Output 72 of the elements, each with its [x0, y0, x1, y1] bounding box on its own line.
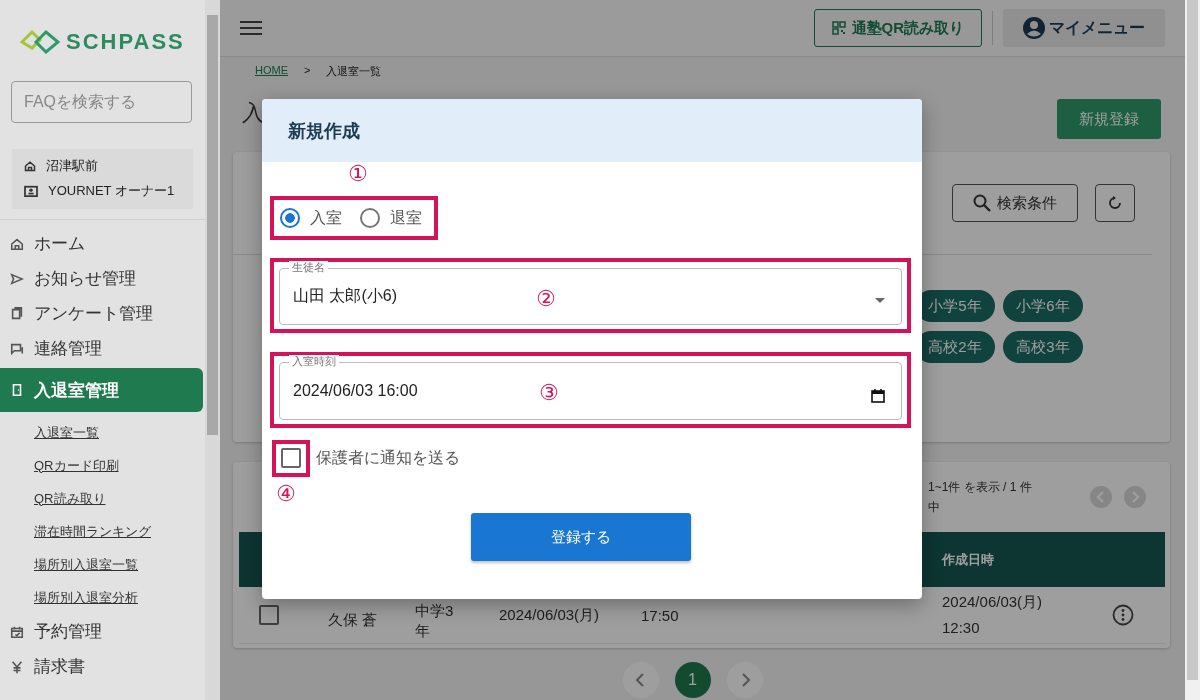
row-checkbox[interactable]	[259, 605, 279, 625]
nav-sublink[interactable]: 場所別入退室分析	[34, 588, 138, 607]
nav-item[interactable]: 請求書	[0, 649, 205, 684]
school-name: 沼津駅前	[46, 156, 98, 175]
nav-icon	[10, 306, 24, 321]
table-cell-text: 久保 蒼	[328, 610, 379, 630]
nav-icon	[10, 383, 24, 397]
previous-page-icon[interactable]	[622, 662, 659, 698]
nav-sublink[interactable]: 入退室一覧	[34, 423, 99, 442]
breadcrumb-separator: >	[304, 64, 311, 77]
field-label: 生徒名	[289, 261, 328, 274]
nav-item[interactable]: 連絡管理	[0, 331, 205, 366]
grade-chip[interactable]: 高校3年	[1003, 331, 1083, 363]
record-count: 1~1件 を表示 / 1 件中	[928, 479, 1033, 516]
checkbox-label: 保護者に通知を送る	[316, 448, 460, 468]
scrollbar[interactable]	[205, 0, 220, 700]
annotation-number: ④	[276, 482, 296, 506]
scrollbar[interactable]	[1185, 0, 1200, 700]
logo-text: SCHPASS	[66, 29, 185, 55]
field-value: 2024/06/03 16:00	[293, 382, 418, 400]
more-icon[interactable]	[1112, 604, 1134, 626]
nav-icon	[10, 659, 24, 674]
nav-item[interactable]: 入退室管理	[0, 368, 203, 412]
radio-option[interactable]: 入室	[280, 207, 342, 229]
nav-item[interactable]: ホーム	[0, 226, 205, 261]
page-title: 入	[242, 99, 264, 127]
nav-sublink[interactable]: QR読み取り	[34, 489, 106, 508]
id-card-icon	[24, 184, 38, 197]
refresh-button[interactable]	[1095, 184, 1135, 222]
table-cell-text: 2024/06/03(月)	[499, 605, 601, 625]
home-icon	[24, 159, 36, 172]
nav-item[interactable]: お知らせ管理	[0, 261, 205, 296]
breadcrumb-current: 入退室一覧	[326, 64, 382, 77]
table-cell-text: 2024/06/03(月) 12:30	[942, 592, 1044, 638]
register-button[interactable]: 登録する	[470, 513, 691, 561]
nav-icon	[10, 271, 24, 286]
faq-search-field[interactable]: FAQを検索する	[11, 81, 192, 123]
field-label: 入室時刻	[289, 355, 339, 368]
dialog-title: 新規作成	[288, 119, 360, 143]
annotation-number: ③	[539, 381, 559, 405]
page-number[interactable]: 1	[674, 662, 711, 698]
calendar-icon[interactable]	[871, 387, 885, 403]
search-icon	[973, 194, 991, 212]
refresh-icon	[1108, 196, 1122, 210]
nav-sublink[interactable]: 場所別入退室一覧	[34, 555, 138, 574]
nav-item[interactable]: アンケート管理	[0, 296, 205, 331]
annotation-number: ①	[348, 162, 368, 186]
nav-icon	[10, 341, 24, 356]
table-cell: 中学3年	[415, 601, 455, 641]
radio-button[interactable]	[280, 208, 300, 228]
search-conditions-button[interactable]: 検索条件	[952, 184, 1078, 222]
table-cell-text: 17:50	[641, 606, 680, 624]
user-name: YOURNET オーナー1	[48, 181, 175, 200]
qr-icon	[831, 21, 846, 35]
user-icon	[1023, 17, 1045, 39]
notify-checkbox[interactable]	[281, 448, 301, 468]
nav-icon	[10, 236, 24, 251]
radio-button[interactable]	[360, 208, 380, 228]
grade-chip[interactable]: 小学6年	[1003, 290, 1083, 322]
radio-option[interactable]: 退室	[360, 207, 422, 229]
annotation-number: ②	[536, 287, 556, 311]
logo-icon	[20, 29, 60, 55]
nav-icon	[10, 624, 24, 639]
field-value: 山田 太郎(小6)	[293, 286, 397, 306]
nav-item[interactable]: 予約管理	[0, 614, 205, 649]
my-menu-button[interactable]: マイメニュー	[1003, 9, 1165, 47]
next-page-icon[interactable]	[726, 662, 763, 698]
dropdown-icon	[875, 297, 885, 304]
nav-sublink[interactable]: QRカード印刷	[34, 456, 119, 475]
column-header: 作成日時	[942, 550, 995, 569]
nav-sublink[interactable]: 滞在時間ランキング	[34, 522, 151, 541]
menu-icon[interactable]	[240, 20, 262, 36]
